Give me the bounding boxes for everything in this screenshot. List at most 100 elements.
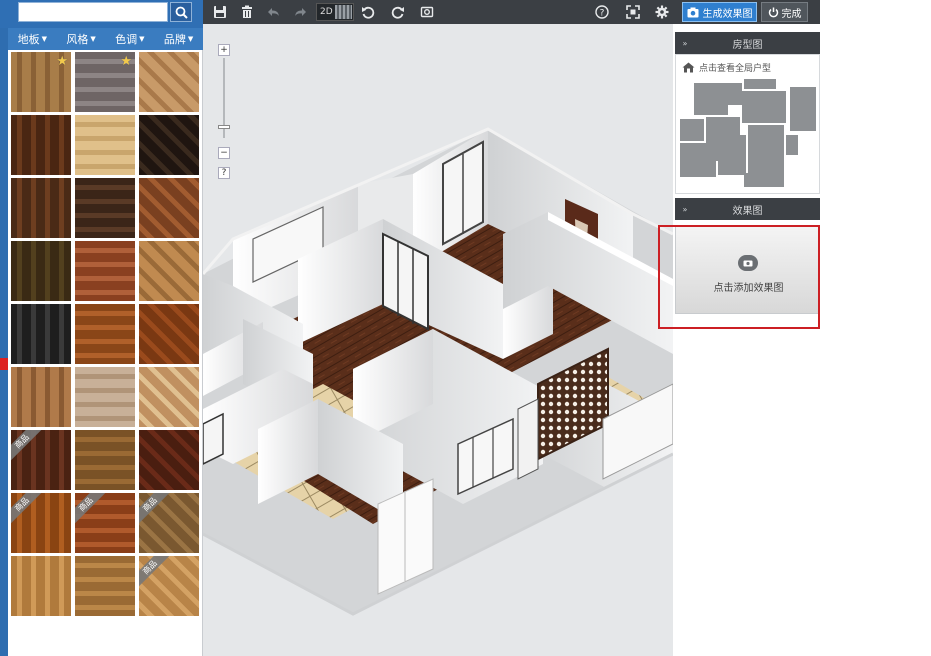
save-icon (214, 6, 226, 18)
search-icon (175, 6, 188, 19)
help-button[interactable]: ? (591, 2, 613, 22)
isometric-floor-plan-3d[interactable] (203, 24, 673, 656)
trash-icon (242, 5, 252, 18)
filter-brand[interactable]: 品牌 ▼ (154, 31, 203, 47)
material-swatch[interactable] (139, 241, 199, 301)
gear-icon (655, 5, 669, 19)
done-button[interactable]: 完成 (761, 2, 808, 22)
filter-bar: 地板 ▼ 风格 ▼ 色调 ▼ 品牌 ▼ (8, 28, 203, 50)
camera-icon (687, 7, 698, 17)
expand-arrows-icon: » (682, 204, 688, 214)
undo-arrow-icon (268, 8, 279, 16)
product-tag: 商品 (139, 556, 171, 588)
delete-button[interactable] (236, 2, 258, 22)
material-swatch[interactable]: 商品 (11, 430, 71, 490)
done-label: 完成 (781, 8, 802, 20)
material-swatch[interactable] (139, 115, 199, 175)
generate-render-label: 生成效果图 (702, 8, 753, 20)
snapshot-button[interactable] (416, 2, 438, 22)
favorite-star-icon[interactable]: ★ (120, 54, 132, 69)
view-mode-toggle[interactable]: 2D (316, 3, 354, 21)
redo-button[interactable] (289, 2, 311, 22)
view-full-floor-plan-link[interactable]: 点击查看全局户型 (682, 61, 771, 74)
view-full-floor-plan-label: 点击查看全局户型 (699, 64, 772, 74)
house-icon (682, 62, 695, 73)
fullscreen-icon (626, 5, 640, 19)
floor-plan-panel: 点击查看全局户型 (675, 54, 820, 194)
help-icon: ? (595, 5, 609, 19)
material-swatch[interactable] (11, 367, 71, 427)
search-bar (0, 0, 203, 28)
filter-label: 地板 (17, 33, 40, 46)
material-swatch[interactable] (75, 367, 135, 427)
design-canvas[interactable]: + − ? (203, 24, 673, 656)
material-swatch[interactable] (75, 178, 135, 238)
floor-plan-panel-header[interactable]: » 房型图 (675, 32, 820, 54)
save-button[interactable] (209, 2, 231, 22)
right-sidebar: » 房型图 点击查看全局户型 » 效果图 点击添加效果图 (673, 24, 820, 656)
material-swatch[interactable] (75, 241, 135, 301)
camera-frame-icon (420, 6, 434, 18)
redo-arrow-icon (295, 8, 306, 16)
left-edge-strip (0, 28, 8, 656)
filter-style[interactable]: 风格 ▼ (57, 31, 106, 47)
material-swatch[interactable] (75, 304, 135, 364)
material-catalog-panel: 地板 ▼ 风格 ▼ 色调 ▼ 品牌 ▼ ★ ★ 商品 商品 商品 商品 商品 (0, 0, 203, 656)
svg-text:?: ? (600, 9, 605, 19)
design-app: 地板 ▼ 风格 ▼ 色调 ▼ 品牌 ▼ ★ ★ 商品 商品 商品 商品 商品 2D (0, 0, 931, 656)
material-swatch[interactable] (11, 115, 71, 175)
material-swatch[interactable]: 商品 (139, 556, 199, 616)
rotate-right-button[interactable] (387, 2, 409, 22)
material-swatch[interactable] (11, 178, 71, 238)
material-swatch[interactable] (139, 304, 199, 364)
highlight-box (658, 225, 820, 329)
material-swatch[interactable] (139, 52, 199, 112)
material-swatch[interactable] (11, 304, 71, 364)
filter-floor[interactable]: 地板 ▼ (8, 31, 57, 47)
product-tag: 商品 (139, 493, 171, 525)
material-swatch[interactable] (139, 367, 199, 427)
generate-render-button[interactable]: 生成效果图 (682, 2, 757, 22)
power-icon (768, 7, 778, 17)
search-button[interactable] (170, 2, 192, 22)
material-swatch[interactable] (75, 556, 135, 616)
material-swatch[interactable]: ★ (75, 52, 135, 112)
view-mode-bars-icon (335, 5, 352, 19)
settings-button[interactable] (651, 2, 673, 22)
product-tag: 商品 (11, 493, 43, 525)
material-swatch[interactable] (139, 178, 199, 238)
material-swatch[interactable]: 商品 (11, 493, 71, 553)
favorite-star-icon[interactable]: ★ (56, 54, 68, 69)
filter-tone[interactable]: 色调 ▼ (106, 31, 155, 47)
render-panel-header[interactable]: » 效果图 (675, 198, 820, 220)
top-toolbar: 2D ? 生成效果图 完成 (203, 0, 820, 24)
material-swatch[interactable] (11, 241, 71, 301)
material-swatch[interactable]: 商品 (139, 493, 199, 553)
search-input[interactable] (18, 2, 168, 22)
material-swatch[interactable] (139, 430, 199, 490)
caret-down-icon: ▼ (90, 35, 96, 43)
expand-arrows-icon: » (682, 38, 688, 48)
material-swatch[interactable] (75, 115, 135, 175)
filter-label: 品牌 (163, 33, 186, 46)
material-swatch[interactable] (11, 556, 71, 616)
rotate-right-icon (391, 6, 404, 19)
material-swatch[interactable]: ★ (11, 52, 71, 112)
material-swatch[interactable]: 商品 (75, 493, 135, 553)
filter-label: 色调 (115, 33, 138, 46)
view-mode-label: 2D (320, 7, 333, 17)
fullscreen-button[interactable] (622, 2, 644, 22)
rotate-left-button[interactable] (357, 2, 379, 22)
caret-down-icon: ▼ (139, 35, 145, 43)
floor-plan-title: 房型图 (732, 39, 763, 51)
filter-label: 风格 (66, 33, 89, 46)
product-tag: 商品 (75, 493, 107, 525)
floor-plan-thumbnail[interactable] (678, 77, 818, 192)
left-edge-marker (0, 358, 8, 370)
undo-button[interactable] (263, 2, 285, 22)
render-panel-title: 效果图 (732, 205, 763, 217)
material-swatch[interactable] (75, 430, 135, 490)
caret-down-icon: ▼ (187, 35, 194, 43)
swatch-grid: ★ ★ 商品 商品 商品 商品 商品 (11, 52, 200, 616)
rotate-left-icon (362, 6, 375, 19)
